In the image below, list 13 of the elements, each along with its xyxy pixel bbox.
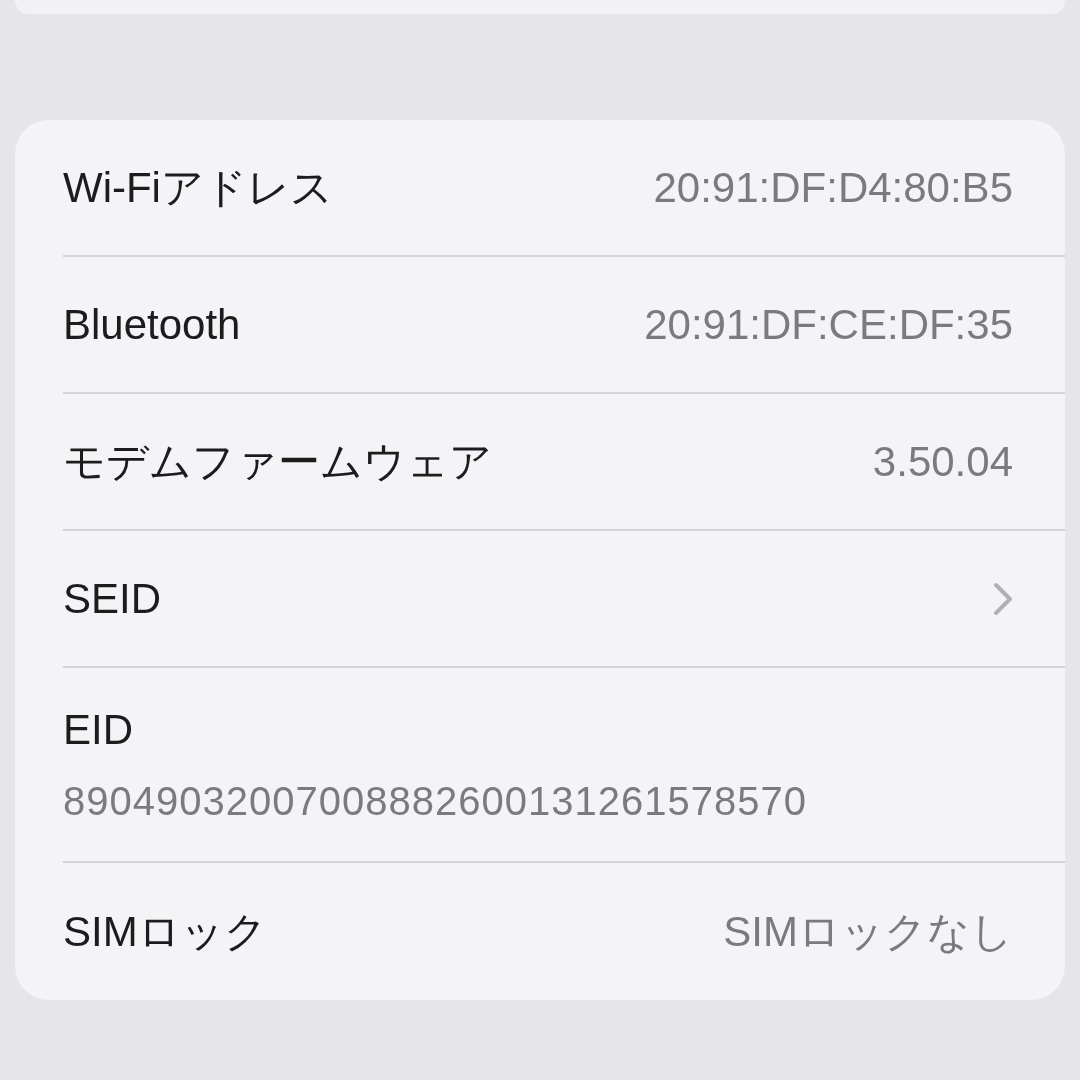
row-value: 20:91:DF:D4:80:B5 — [653, 163, 1013, 213]
row-label: SEID — [63, 574, 162, 624]
row-label: SIMロック — [63, 907, 267, 957]
row-value: 20:91:DF:CE:DF:35 — [644, 300, 1013, 350]
row-label: モデムファームウェア — [63, 437, 492, 487]
row-label: EID — [63, 705, 134, 755]
seid-row[interactable]: SEID — [63, 531, 1065, 668]
row-value: 89049032007008882600131261578570 — [63, 778, 808, 825]
chevron-icon — [993, 581, 1013, 616]
row-value: 3.50.04 — [872, 437, 1013, 487]
row-label: Bluetooth — [63, 300, 241, 350]
row-value: SIMロックなし — [723, 907, 1013, 957]
row-label: Wi-Fiアドレス — [63, 163, 333, 213]
